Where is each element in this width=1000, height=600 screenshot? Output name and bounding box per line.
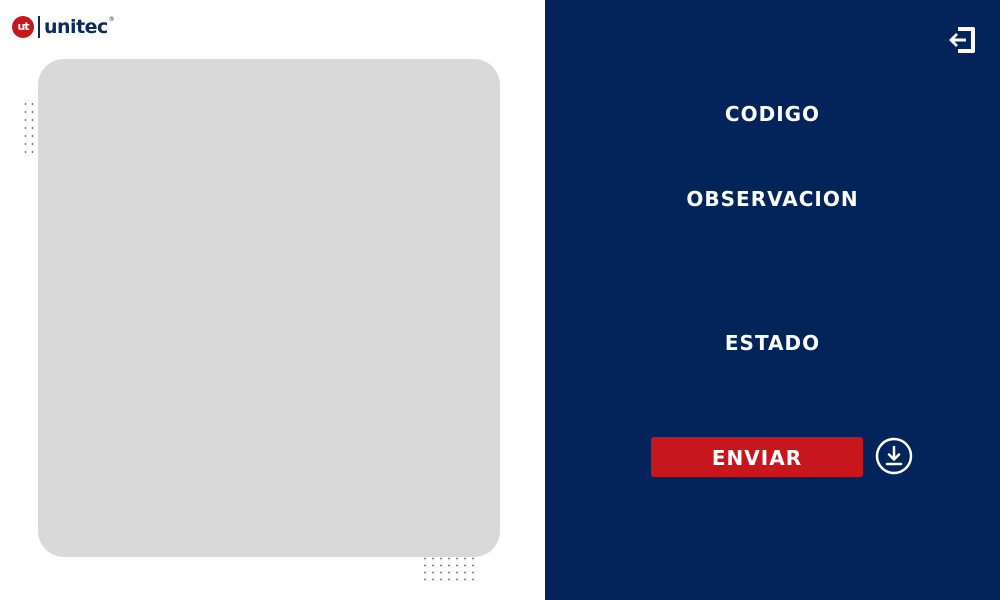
logout-button[interactable]: [946, 24, 978, 56]
download-icon: [875, 437, 913, 475]
page: ut unitec ® CODIGO OBSERVACION ESTADO EN…: [0, 0, 1000, 600]
left-panel: ut unitec ®: [0, 0, 545, 600]
estado-label: ESTADO: [724, 331, 821, 355]
image-preview-area: [38, 59, 500, 557]
download-button[interactable]: [875, 437, 913, 475]
unitec-logo: ut unitec ®: [12, 14, 115, 40]
decorative-dots-bottom: [421, 555, 477, 585]
logo-text: unitec: [44, 16, 108, 38]
decorative-dots-left: [22, 100, 36, 154]
observacion-label: OBSERVACION: [686, 187, 859, 211]
logo-registered-mark: ®: [108, 16, 115, 23]
form-panel: CODIGO OBSERVACION ESTADO ENVIAR: [545, 0, 1000, 600]
logo-separator: [38, 16, 40, 38]
logo-mark: ut: [12, 16, 34, 38]
send-button[interactable]: ENVIAR: [651, 437, 863, 477]
logout-icon: [949, 27, 975, 53]
codigo-label: CODIGO: [724, 102, 821, 126]
